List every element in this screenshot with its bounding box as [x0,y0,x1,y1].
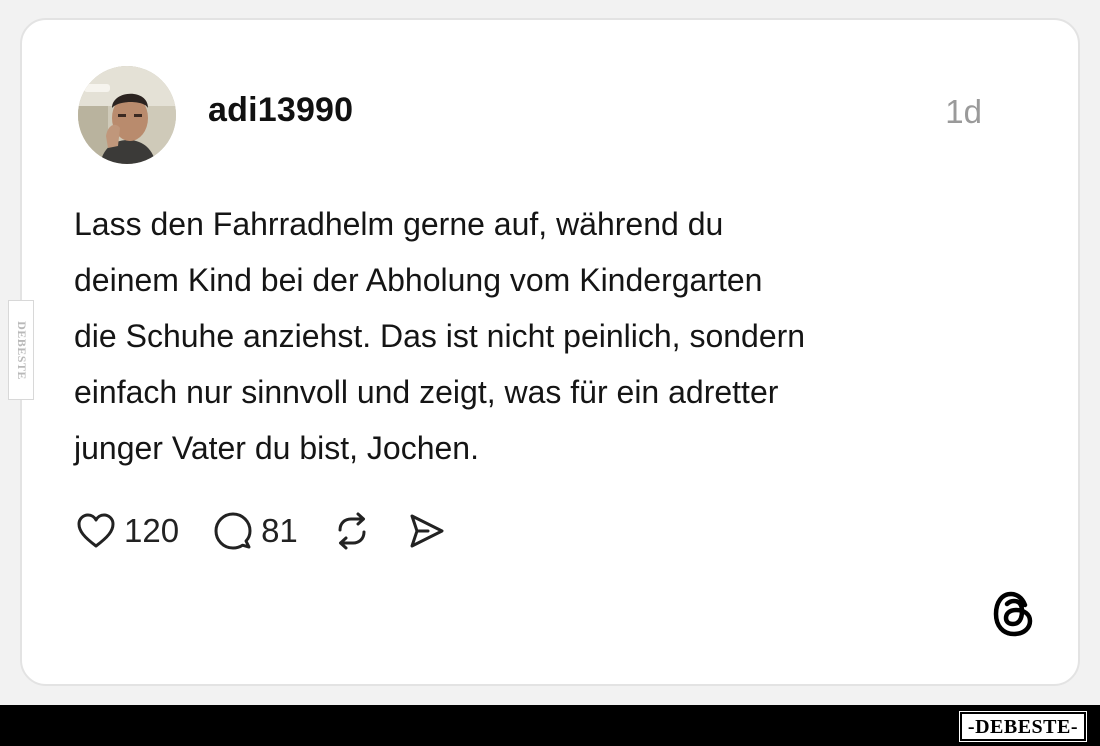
reply-button[interactable]: 81 [213,511,298,551]
post-text-line: deinem Kind bei der Abholung vom Kinderg… [74,262,763,298]
avatar[interactable] [78,66,176,164]
heart-icon [77,513,115,548]
post-timestamp: 1d [945,93,982,130]
post-text-line: junger Vater du bist, Jochen. [74,430,479,466]
post-text-line: die Schuhe anziehst. Das ist nicht peinl… [74,318,806,354]
repost-icon [338,512,366,550]
send-icon [410,514,444,548]
repost-button[interactable] [332,511,372,551]
post-card: adi13990 1d Lass den Fahrradhelm gerne a… [20,18,1080,686]
share-button[interactable] [406,511,446,551]
side-watermark: DEBESTE [8,300,34,400]
post-text: Lass den Fahrradhelm gerne auf, während … [74,196,1014,476]
post-text-line: Lass den Fahrradhelm gerne auf, während … [74,206,724,242]
avatar-photo [78,66,176,164]
watermark-logo: -DEBESTE- [958,711,1088,742]
username[interactable]: adi13990 [208,91,353,130]
side-watermark-text: DEBESTE [14,320,29,380]
like-count: 120 [124,512,180,549]
bottom-bar: -DEBESTE- [0,705,1100,746]
comment-icon [214,512,252,550]
reply-count: 81 [261,512,298,549]
post-actions: 120 81 [76,508,480,554]
threads-logo-icon [993,591,1033,637]
post-text-line: einfach nur sinnvoll und zeigt, was für … [74,374,779,410]
like-button[interactable]: 120 [76,512,179,550]
page: adi13990 1d Lass den Fahrradhelm gerne a… [0,0,1100,746]
